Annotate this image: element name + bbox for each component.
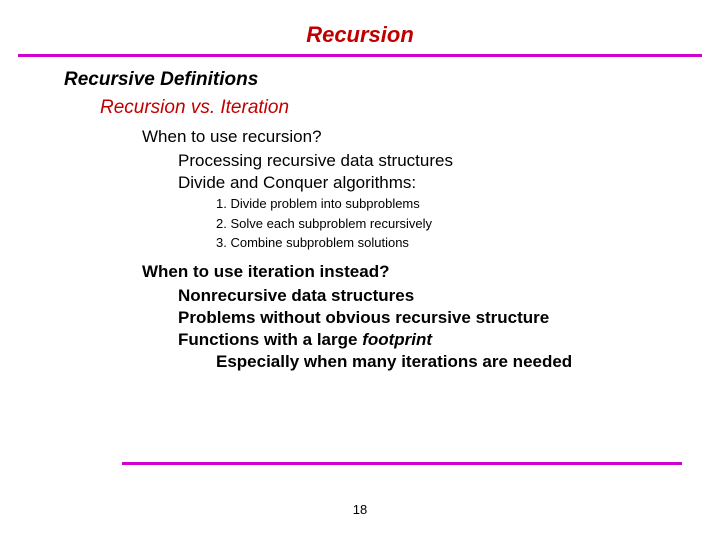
bottom-rule (122, 462, 682, 465)
subsection-heading: Recursion vs. Iteration (100, 97, 720, 119)
footprint-prefix: Functions with a large (178, 330, 362, 349)
block1-item: Divide and Conquer algorithms: (178, 173, 720, 193)
block1-step: 3. Combine subproblem solutions (216, 234, 720, 252)
block1-step: 2. Solve each subproblem recursively (216, 215, 720, 233)
title-underline (18, 54, 702, 57)
block2-heading: When to use iteration instead? (142, 262, 720, 282)
slide-title: Recursion (0, 0, 720, 54)
footprint-word: footprint (362, 330, 432, 349)
block2-item: Nonrecursive data structures (178, 286, 720, 306)
page-number: 18 (0, 502, 720, 517)
block2-footprint-line: Functions with a large footprint (178, 330, 720, 350)
section-heading: Recursive Definitions (64, 69, 720, 91)
block1-heading: When to use recursion? (142, 127, 720, 147)
block1-item: Processing recursive data structures (178, 151, 720, 171)
slide: Recursion Recursive Definitions Recursio… (0, 0, 720, 540)
block2-subnote: Especially when many iterations are need… (216, 352, 720, 372)
block2-item: Problems without obvious recursive struc… (178, 308, 720, 328)
block1-step: 1. Divide problem into subproblems (216, 195, 720, 213)
